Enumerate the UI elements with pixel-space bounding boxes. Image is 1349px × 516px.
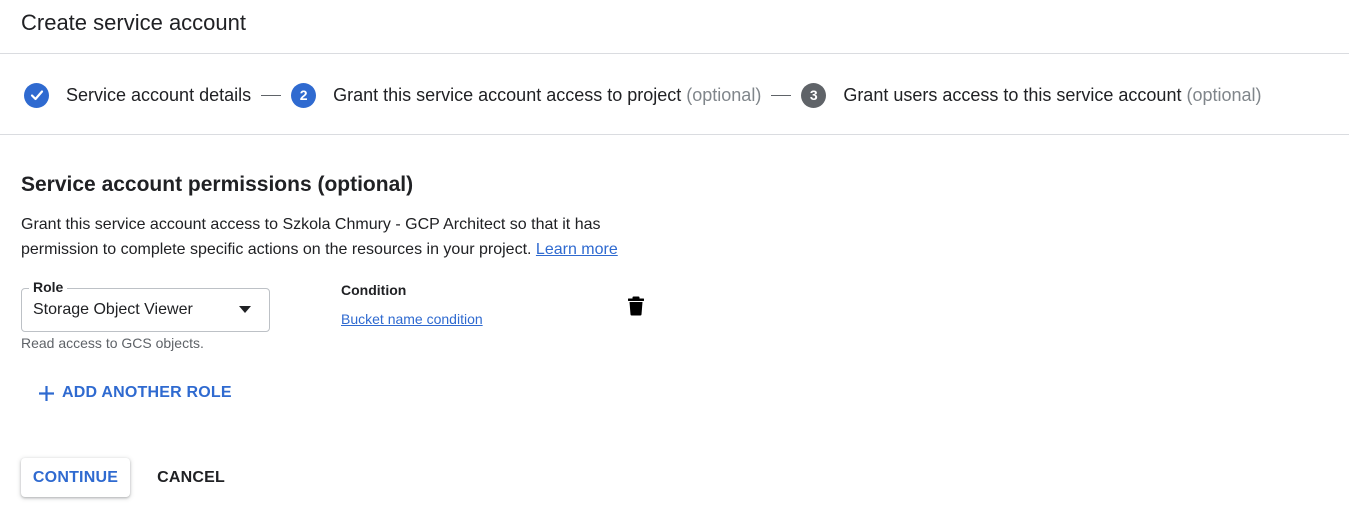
step-2-label[interactable]: Grant this service account access to pro… <box>333 85 761 106</box>
role-label: Role <box>29 279 68 295</box>
step-3-optional: (optional) <box>1186 84 1262 105</box>
stepper: Service account details 2 Grant this ser… <box>0 54 1349 135</box>
page-title: Create service account <box>21 10 246 35</box>
plus-icon <box>39 385 54 401</box>
step-1-check-icon <box>24 82 49 108</box>
section-title: Service account permissions (optional) <box>21 173 414 196</box>
step-connector <box>261 94 282 96</box>
cancel-button[interactable]: CANCEL <box>148 458 234 497</box>
stepper-row: Service account details 2 Grant this ser… <box>24 82 1262 108</box>
step-2-number: 2 <box>291 82 317 108</box>
step-1-label[interactable]: Service account details <box>66 85 251 106</box>
step-connector <box>771 94 792 96</box>
check-icon <box>30 90 43 101</box>
step-3-number: 3 <box>801 82 827 108</box>
caret-down-icon <box>239 306 251 313</box>
role-hint: Read access to GCS objects. <box>21 335 204 351</box>
add-another-role-label: ADD ANOTHER ROLE <box>62 384 232 401</box>
step-2-optional: (optional) <box>686 84 762 105</box>
create-service-account-page: Create service account Service account d… <box>0 0 1349 516</box>
continue-button[interactable]: CONTINUE <box>21 458 130 497</box>
step-3-title: Grant users access to this service accou… <box>843 84 1182 105</box>
add-another-role-button[interactable]: ADD ANOTHER ROLE <box>38 382 232 404</box>
role-select-value: Storage Object Viewer <box>33 301 193 318</box>
learn-more-link[interactable]: Learn more <box>536 241 618 258</box>
description-text: Grant this service account access to Szk… <box>21 216 601 258</box>
trash-icon[interactable] <box>627 296 645 316</box>
page-header: Create service account <box>0 0 1349 54</box>
bucket-name-condition-link[interactable]: Bucket name condition <box>341 311 483 327</box>
condition-heading: Condition <box>341 282 407 298</box>
step-2-title: Grant this service account access to pro… <box>333 84 682 105</box>
section-description: Grant this service account access to Szk… <box>21 212 661 262</box>
step-3-label[interactable]: Grant users access to this service accou… <box>843 85 1261 106</box>
